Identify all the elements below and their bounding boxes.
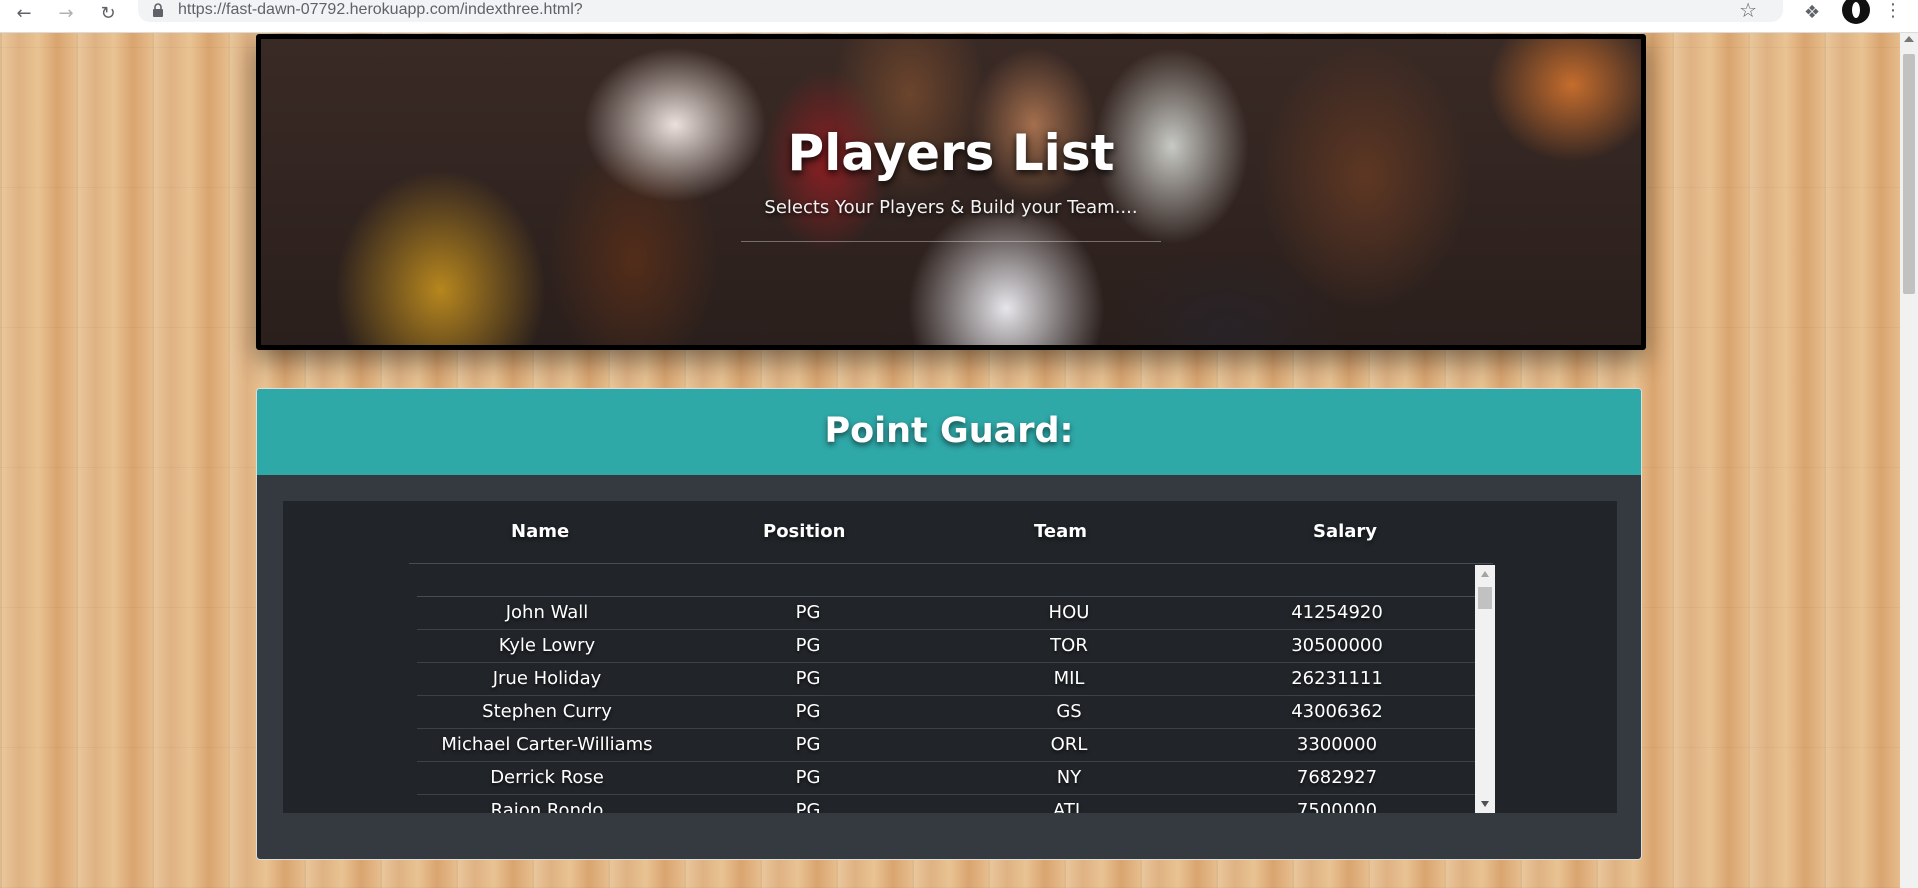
- table-row[interactable]: John Wall PG HOU 41254920: [417, 597, 1475, 630]
- lock-icon: [153, 3, 163, 17]
- page-scrollbar[interactable]: [1900, 32, 1918, 888]
- player-name: John Wall: [505, 602, 589, 623]
- page-scrollbar-thumb[interactable]: [1903, 54, 1915, 294]
- table-scroll-up-icon[interactable]: [1481, 571, 1489, 577]
- player-name: Derrick Rose: [490, 767, 604, 788]
- player-team: HOU: [1048, 602, 1090, 623]
- point-guard-card: Point Guard: Name Position Team Salary J…: [256, 388, 1642, 860]
- extensions-puzzle-icon[interactable]: ❖: [1804, 2, 1820, 23]
- player-position: PG: [795, 800, 821, 813]
- player-name: Rajon Rondo: [490, 800, 604, 813]
- player-team: ORL: [1050, 734, 1088, 755]
- card-header: Point Guard:: [257, 389, 1641, 475]
- column-header-team[interactable]: Team: [1034, 521, 1087, 542]
- player-name: Jrue Holiday: [492, 668, 602, 689]
- hero-divider: [741, 241, 1161, 242]
- table-scroll-down-icon[interactable]: [1481, 801, 1489, 807]
- player-salary: 41254920: [1291, 602, 1383, 623]
- player-position: PG: [795, 767, 821, 788]
- players-table: Name Position Team Salary John Wall PG H…: [283, 501, 1617, 813]
- player-team: GS: [1056, 701, 1082, 722]
- bookmark-star-icon[interactable]: ☆: [1739, 0, 1757, 22]
- profile-avatar[interactable]: [1842, 0, 1870, 24]
- table-row[interactable]: Michael Carter-Williams PG ORL 3300000: [417, 729, 1475, 762]
- table-scrollbar[interactable]: [1475, 565, 1495, 813]
- player-position: PG: [795, 635, 821, 656]
- table-spacer-row: [417, 565, 1475, 597]
- hero-subtitle: Selects Your Players & Build your Team..…: [764, 197, 1138, 218]
- player-salary: 7682927: [1296, 767, 1378, 788]
- column-header-salary[interactable]: Salary: [1313, 521, 1377, 542]
- reload-icon[interactable]: ↻: [96, 4, 120, 24]
- table-scrollbar-thumb[interactable]: [1478, 587, 1492, 609]
- table-row[interactable]: Jrue Holiday PG MIL 26231111: [417, 663, 1475, 696]
- player-position: PG: [795, 668, 821, 689]
- player-name: Kyle Lowry: [498, 635, 596, 656]
- scroll-up-arrow-icon[interactable]: [1904, 36, 1914, 42]
- table-body[interactable]: John Wall PG HOU 41254920 Kyle Lowry PG …: [417, 565, 1475, 813]
- table-row[interactable]: Stephen Curry PG GS 43006362: [417, 696, 1475, 729]
- forward-arrow-icon[interactable]: →: [54, 4, 78, 24]
- section-title: Point Guard:: [824, 411, 1074, 451]
- table-header: Name Position Team Salary: [409, 501, 1493, 564]
- player-salary: 30500000: [1291, 635, 1383, 656]
- back-arrow-icon[interactable]: ←: [12, 4, 36, 24]
- player-team: TOR: [1050, 635, 1088, 656]
- player-name: Stephen Curry: [482, 701, 612, 722]
- address-bar[interactable]: https://fast-dawn-07792.herokuapp.com/in…: [138, 0, 1783, 22]
- player-team: MIL: [1053, 668, 1085, 689]
- column-header-name[interactable]: Name: [511, 521, 569, 542]
- player-name: Michael Carter-Williams: [441, 734, 653, 755]
- table-row[interactable]: Derrick Rose PG NY 7682927: [417, 762, 1475, 795]
- browser-toolbar: ← → ↻ https://fast-dawn-07792.herokuapp.…: [0, 0, 1918, 33]
- hero-title: Players List: [787, 124, 1115, 182]
- player-team: ATL: [1053, 800, 1085, 813]
- player-position: PG: [795, 602, 821, 623]
- url-text[interactable]: https://fast-dawn-07792.herokuapp.com/in…: [178, 1, 583, 19]
- player-salary: 26231111: [1291, 668, 1383, 689]
- column-header-position[interactable]: Position: [763, 521, 845, 542]
- browser-menu-icon[interactable]: ⋮: [1884, 0, 1902, 21]
- player-salary: 43006362: [1291, 701, 1383, 722]
- table-row[interactable]: Kyle Lowry PG TOR 30500000: [417, 630, 1475, 663]
- player-team: NY: [1056, 767, 1082, 788]
- hero-banner: Players List Selects Your Players & Buil…: [256, 34, 1646, 350]
- player-position: PG: [795, 701, 821, 722]
- player-position: PG: [795, 734, 821, 755]
- player-salary: 3300000: [1296, 734, 1378, 755]
- table-row[interactable]: Rajon Rondo PG ATL 7500000: [417, 795, 1475, 813]
- player-salary: 7500000: [1296, 800, 1378, 813]
